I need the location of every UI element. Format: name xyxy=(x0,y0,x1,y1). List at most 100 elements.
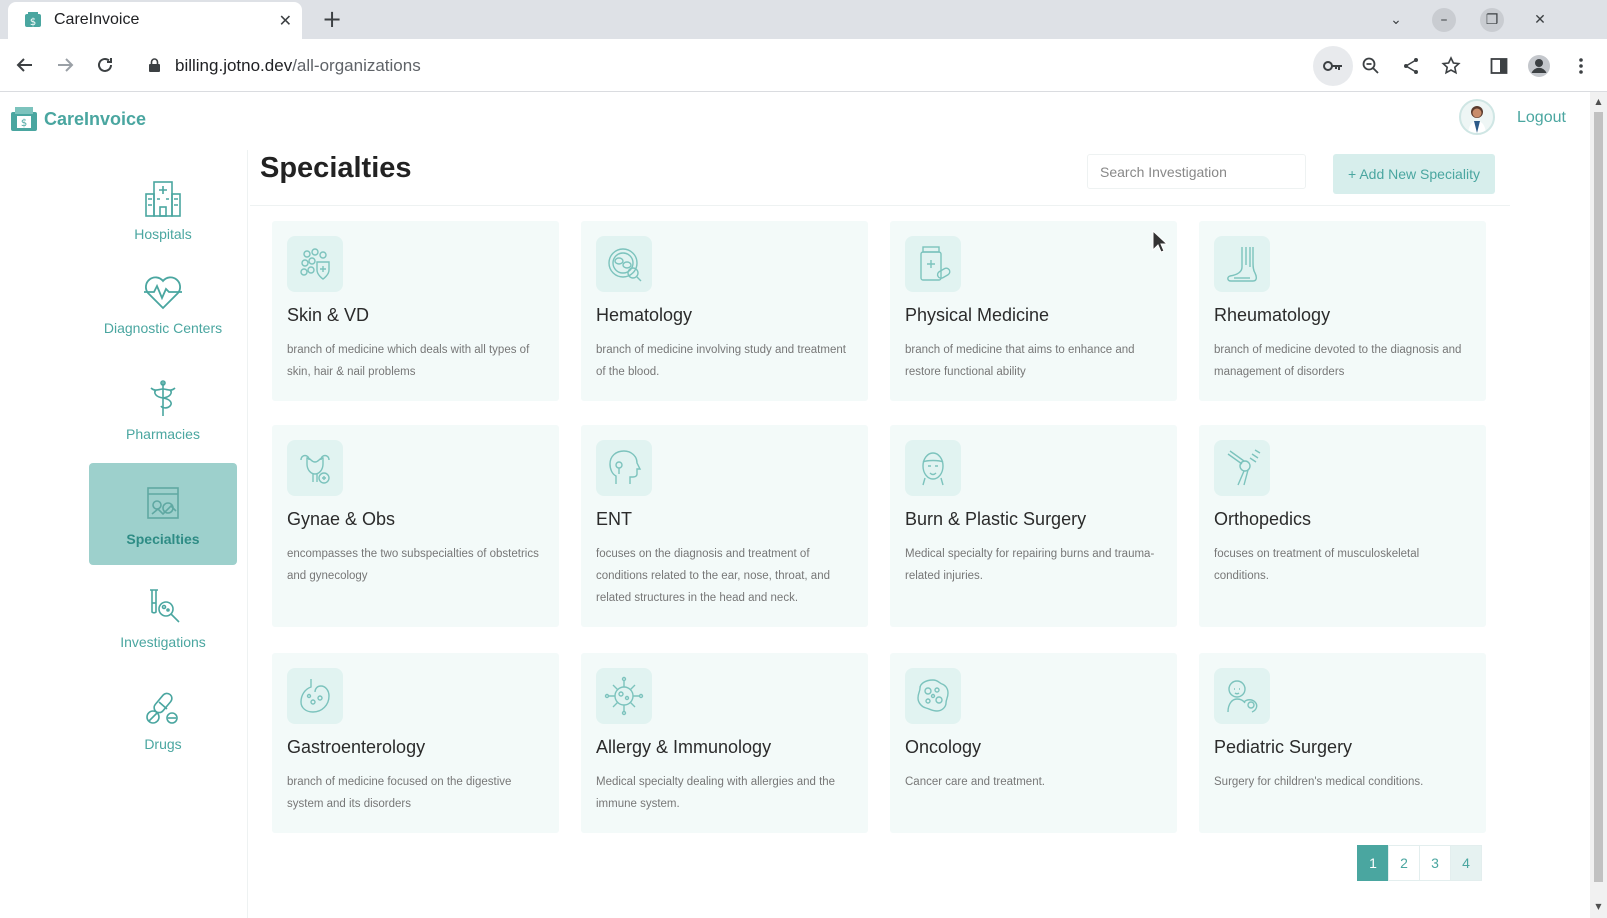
key-icon[interactable] xyxy=(1313,46,1353,86)
sidebar-item-hospitals[interactable]: Hospitals xyxy=(89,158,237,260)
knee-bone-icon xyxy=(1214,440,1270,496)
specialty-description: Surgery for children's medical condition… xyxy=(1214,776,1424,788)
invoice-logo-icon: $ xyxy=(11,107,37,131)
sidebar-item-investigations[interactable]: Investigations xyxy=(89,566,237,668)
sidebar-item-label: Hospitals xyxy=(134,226,192,242)
microscope-icon xyxy=(141,584,185,628)
minimize-icon[interactable]: – xyxy=(1432,8,1456,32)
careinvoice-favicon-icon: $ xyxy=(25,12,41,28)
specialty-title: Physical Medicine xyxy=(905,305,1050,325)
uterus-icon xyxy=(287,440,343,496)
pagination: 1 2 3 4 xyxy=(1357,845,1482,881)
specialty-title: Gynae & Obs xyxy=(287,509,396,529)
page-scrollbar[interactable]: ▲ ▼ xyxy=(1590,92,1607,918)
specialty-card[interactable]: Pediatric Surgery Surgery for children's… xyxy=(1199,653,1486,833)
side-panel-icon[interactable] xyxy=(1484,51,1514,81)
lock-icon xyxy=(149,58,160,72)
header-divider xyxy=(250,205,1510,206)
close-tab-icon[interactable]: ✕ xyxy=(279,11,292,30)
sidebar-item-label: Pharmacies xyxy=(126,426,200,442)
specialty-card[interactable]: Burn & Plastic Surgery Medical specialty… xyxy=(890,425,1177,627)
pills-icon xyxy=(141,686,185,730)
scroll-down-icon[interactable]: ▼ xyxy=(1594,902,1603,911)
skin-cells-icon xyxy=(287,236,343,292)
zoom-icon[interactable] xyxy=(1356,51,1386,81)
page-button-1[interactable]: 1 xyxy=(1357,845,1389,881)
sidebar-item-diagnostic-centers[interactable]: Diagnostic Centers xyxy=(89,252,237,354)
specialty-card[interactable]: Rheumatology branch of medicine devoted … xyxy=(1199,221,1486,401)
specialty-card[interactable]: Orthopedics focuses on treatment of musc… xyxy=(1199,425,1486,627)
specialty-card[interactable]: Allergy & Immunology Medical specialty d… xyxy=(581,653,868,833)
specialty-title: Orthopedics xyxy=(1214,509,1312,529)
specialty-description: Medical specialty for repairing burns an… xyxy=(905,548,1155,582)
tab-search-icon[interactable]: ⌄ xyxy=(1384,8,1408,32)
doctor-avatar-icon xyxy=(1468,106,1486,133)
specialty-title: Hematology xyxy=(596,305,693,325)
specialty-title: Burn & Plastic Surgery xyxy=(905,509,1087,529)
specialty-card[interactable]: Gynae & Obs encompasses the two subspeci… xyxy=(272,425,559,627)
specialty-title: Skin & VD xyxy=(287,305,370,325)
specialty-card[interactable]: Oncology Cancer care and treatment. xyxy=(890,653,1177,833)
face-icon xyxy=(905,440,961,496)
specialty-description: Medical specialty dealing with allergies… xyxy=(596,776,836,810)
specialty-card[interactable]: Hematology branch of medicine involving … xyxy=(581,221,868,401)
bookmark-star-icon[interactable] xyxy=(1436,51,1466,81)
mouse-cursor-icon xyxy=(1152,230,1168,253)
close-window-icon[interactable]: ✕ xyxy=(1528,8,1552,32)
restore-icon[interactable]: ❐ xyxy=(1480,8,1504,32)
logout-link[interactable]: Logout xyxy=(1517,109,1566,127)
sidebar-item-label: Diagnostic Centers xyxy=(103,320,223,336)
virus-icon xyxy=(596,668,652,724)
browser-tab[interactable]: $ CareInvoice ✕ xyxy=(8,2,302,39)
profile-icon[interactable] xyxy=(1524,51,1554,81)
share-icon[interactable] xyxy=(1396,51,1426,81)
app-container: $ CareInvoice Logout Hospitals Diagnosti… xyxy=(0,92,1590,918)
scrollbar-thumb[interactable] xyxy=(1594,112,1603,882)
specialties-icon xyxy=(141,481,185,525)
browser-tab-bar: $ CareInvoice ✕ + ⌄ – ❐ ✕ xyxy=(0,0,1607,39)
chrome-menu-icon[interactable] xyxy=(1566,51,1596,81)
page-button-4[interactable]: 4 xyxy=(1450,845,1482,881)
head-profile-icon xyxy=(596,440,652,496)
sidebar-item-label: Specialties xyxy=(126,531,200,547)
reload-icon[interactable] xyxy=(92,52,118,78)
svg-text:$: $ xyxy=(21,118,27,129)
sidebar-item-drugs[interactable]: Drugs xyxy=(89,668,237,770)
specialty-card[interactable]: Gastroenterology branch of medicine focu… xyxy=(272,653,559,833)
scroll-up-icon[interactable]: ▲ xyxy=(1594,97,1603,106)
sidebar-item-specialties[interactable]: Specialties xyxy=(89,463,237,565)
address-bar[interactable]: billing.jotno.dev/all-organizations xyxy=(134,46,1374,86)
specialty-card[interactable]: Physical Medicine branch of medicine tha… xyxy=(890,221,1177,401)
sidebar: Hospitals Diagnostic Centers Pharmacies xyxy=(0,150,248,918)
browser-tab-title: CareInvoice xyxy=(54,11,140,28)
heartbeat-icon xyxy=(141,270,185,314)
specialty-title: Allergy & Immunology xyxy=(596,737,772,757)
page-button-2[interactable]: 2 xyxy=(1388,845,1420,881)
specialty-card[interactable]: Skin & VD branch of medicine which deals… xyxy=(272,221,559,401)
specialty-description: Cancer care and treatment. xyxy=(905,776,1045,788)
baby-icon xyxy=(1214,668,1270,724)
user-avatar[interactable] xyxy=(1459,99,1495,135)
hospital-icon xyxy=(141,176,185,220)
back-icon[interactable] xyxy=(12,52,38,78)
foot-joint-icon xyxy=(1214,236,1270,292)
search-input[interactable]: Search Investigation xyxy=(1087,154,1306,189)
sidebar-item-label: Drugs xyxy=(144,736,182,752)
new-tab-icon[interactable]: + xyxy=(322,5,342,33)
specialty-description: branch of medicine which deals with all … xyxy=(287,344,530,378)
page-button-3[interactable]: 3 xyxy=(1419,845,1451,881)
sidebar-item-pharmacies[interactable]: Pharmacies xyxy=(89,358,237,460)
page-title: Specialties xyxy=(260,152,412,184)
stomach-icon xyxy=(287,668,343,724)
specialty-description: branch of medicine that aims to enhance … xyxy=(905,344,1135,378)
medicine-bottle-icon xyxy=(905,236,961,292)
forward-icon[interactable] xyxy=(52,52,78,78)
specialty-card[interactable]: ENT focuses on the diagnosis and treatme… xyxy=(581,425,868,627)
caduceus-icon xyxy=(141,376,185,420)
add-new-speciality-button[interactable]: + Add New Speciality xyxy=(1333,154,1495,194)
specialty-description: focuses on treatment of musculoskeletal … xyxy=(1214,548,1420,582)
cancer-cell-icon xyxy=(905,668,961,724)
specialty-title: ENT xyxy=(596,509,632,529)
app-logo[interactable]: $ CareInvoice xyxy=(10,106,146,132)
specialty-title: Oncology xyxy=(905,737,982,757)
